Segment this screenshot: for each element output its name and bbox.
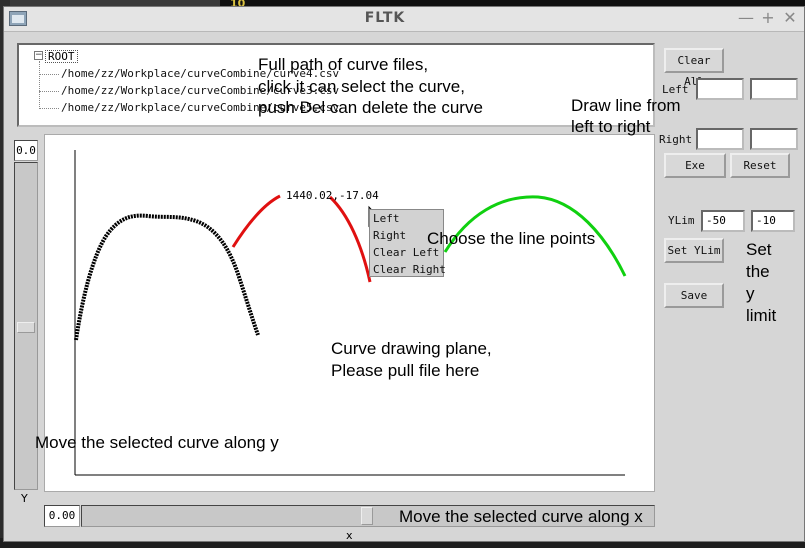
annotation-tree-3: push Del can delete the curve: [258, 98, 483, 117]
annotation-draw-2: left to right: [571, 117, 651, 136]
right-label: Right: [659, 133, 693, 146]
save-button[interactable]: Save: [664, 283, 724, 308]
curve-red-right: [328, 195, 372, 283]
clear-all-button[interactable]: Clear All: [664, 48, 724, 88]
x-offset-value[interactable]: 0.00: [44, 505, 80, 527]
x-slider-thumb[interactable]: [361, 507, 373, 525]
y-slider-thumb[interactable]: [17, 322, 35, 333]
menu-item-right[interactable]: Right: [373, 229, 406, 242]
annotation-tree-1: Full path of curve files,: [258, 55, 429, 74]
ylim-min-input[interactable]: -50: [701, 210, 745, 232]
annotation-move-y: Move the selected curve along y: [35, 433, 279, 452]
ylim-label: YLim: [668, 214, 695, 227]
left-from-input[interactable]: [696, 78, 744, 100]
annotation-plane-1: Curve drawing plane,: [331, 339, 492, 358]
annotation-tree-2: click it can select the curve,: [258, 77, 465, 96]
right-to-input[interactable]: [750, 128, 798, 150]
annotation-ylim-3: y: [746, 284, 755, 303]
coordinate-readout: 1440.02,-17.04: [286, 189, 379, 202]
curve-black: [74, 213, 260, 341]
set-ylim-button[interactable]: Set YLim: [664, 238, 724, 263]
annotation-move-x: Move the selected curve along x: [399, 507, 643, 526]
reset-button[interactable]: Reset: [730, 153, 790, 178]
menu-item-left[interactable]: Left: [373, 212, 400, 225]
y-slider-label: Y: [21, 492, 28, 505]
annotation-ylim-1: Set: [746, 240, 772, 259]
annotation-draw-1: Draw line from: [571, 96, 681, 115]
ylim-max-input[interactable]: -10: [751, 210, 795, 232]
left-to-input[interactable]: [750, 78, 798, 100]
annotation-ylim-4: limit: [746, 306, 777, 325]
menu-item-clear-right[interactable]: Clear Right: [373, 263, 446, 276]
annotation-choose-points: Choose the line points: [427, 229, 596, 248]
right-from-input[interactable]: [696, 128, 744, 150]
curve-red-left: [231, 194, 281, 248]
annotation-plane-2: Please pull file here: [331, 361, 480, 380]
y-offset-value[interactable]: 0.0: [14, 140, 38, 161]
annotation-ylim-2: the: [746, 262, 770, 281]
x-slider-label: x: [346, 529, 353, 542]
exe-button[interactable]: Exe: [664, 153, 726, 178]
